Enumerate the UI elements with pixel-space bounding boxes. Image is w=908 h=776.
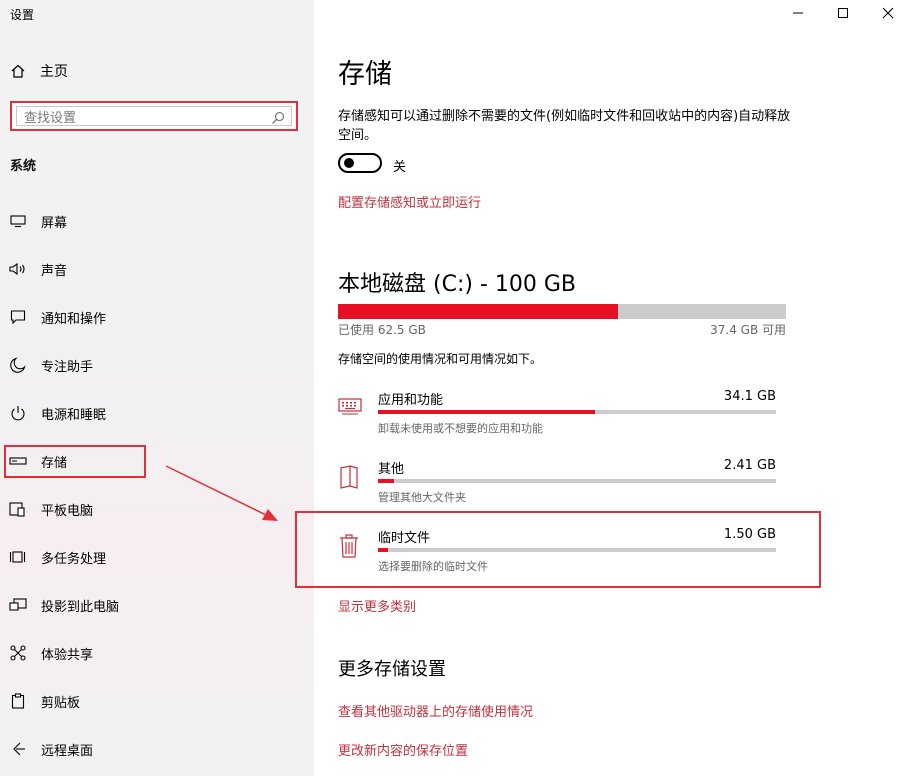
minimize-button[interactable] bbox=[787, 4, 809, 22]
disk-title: 本地磁盘 (C:) - 100 GB bbox=[338, 272, 576, 297]
maximize-icon bbox=[837, 4, 849, 23]
free-space-label: 37.4 GB 可用 bbox=[710, 323, 786, 337]
minimize-icon bbox=[792, 4, 804, 23]
moon-icon bbox=[9, 356, 27, 374]
category-bar-fill bbox=[378, 479, 394, 483]
sidebar-item-project[interactable]: 投影到此电脑 bbox=[0, 585, 314, 625]
close-button[interactable] bbox=[877, 4, 899, 22]
sidebar-item-label: 剪贴板 bbox=[41, 695, 81, 711]
sidebar-item-clipboard[interactable]: 剪贴板 bbox=[0, 681, 314, 721]
storage-sense-description: 存储感知可以通过删除不需要的文件(例如临时文件和回收站中的内容)自动释放空间。 bbox=[338, 109, 791, 143]
sidebar-item-sound[interactable]: 声音 bbox=[0, 249, 314, 289]
category-bar bbox=[378, 479, 776, 483]
home-label: 主页 bbox=[40, 64, 68, 80]
disk-usage-bar bbox=[338, 304, 786, 319]
category-subtitle: 卸载未使用或不想要的应用和功能 bbox=[378, 422, 543, 435]
maximize-button[interactable] bbox=[832, 4, 854, 22]
section-label: 系统 bbox=[10, 159, 37, 174]
notification-icon bbox=[9, 308, 27, 326]
category-size: 2.41 GB bbox=[723, 458, 776, 473]
change-save-location-link[interactable]: 更改新内容的保存位置 bbox=[338, 740, 468, 759]
speaker-icon bbox=[9, 260, 27, 278]
used-space-label: 已使用 62.5 GB bbox=[338, 323, 426, 337]
book-icon bbox=[338, 464, 362, 490]
sidebar-item-home[interactable]: 主页 bbox=[10, 60, 68, 82]
search-box[interactable] bbox=[10, 101, 298, 131]
search-field[interactable] bbox=[16, 106, 292, 129]
sidebar-item-label: 平板电脑 bbox=[41, 503, 94, 519]
sidebar-item-display[interactable]: 屏幕 bbox=[0, 201, 314, 241]
sidebar-item-remote-desktop[interactable]: 远程桌面 bbox=[0, 729, 314, 769]
sidebar-item-power[interactable]: 电源和睡眠 bbox=[0, 393, 314, 433]
sidebar-item-tablet[interactable]: 平板电脑 bbox=[0, 489, 314, 529]
storage-highlight-box bbox=[4, 445, 146, 478]
close-icon bbox=[882, 4, 894, 23]
multitask-icon bbox=[9, 548, 27, 566]
category-subtitle: 管理其他大文件夹 bbox=[378, 491, 466, 504]
home-icon bbox=[10, 63, 26, 79]
search-input[interactable] bbox=[24, 109, 264, 127]
category-apps[interactable]: 应用和功能 34.1 GB 卸载未使用或不想要的应用和功能 bbox=[338, 389, 778, 451]
sidebar-item-label: 体验共享 bbox=[41, 647, 94, 663]
category-size: 34.1 GB bbox=[723, 389, 776, 404]
category-bar-fill bbox=[378, 410, 596, 414]
search-icon[interactable] bbox=[271, 110, 285, 129]
disk-description: 存储空间的使用情况和可用情况如下。 bbox=[338, 352, 543, 366]
sidebar-item-notifications[interactable]: 通知和操作 bbox=[0, 297, 314, 337]
project-icon bbox=[9, 596, 27, 614]
sidebar-item-label: 屏幕 bbox=[41, 215, 68, 231]
sidebar-item-label: 多任务处理 bbox=[41, 551, 107, 567]
more-storage-settings-title: 更多存储设置 bbox=[338, 659, 446, 680]
sidebar-item-label: 专注助手 bbox=[41, 359, 94, 375]
power-icon bbox=[9, 404, 27, 422]
sidebar-item-label: 远程桌面 bbox=[41, 743, 94, 759]
category-bar bbox=[378, 410, 776, 414]
clipboard-icon bbox=[9, 692, 27, 710]
sidebar: 设置 主页 系统 屏幕 声音 通知和操作 专注助手 电源和睡眠 存储 bbox=[0, 0, 314, 776]
toggle-state-label: 关 bbox=[393, 160, 407, 175]
toggle-knob bbox=[344, 158, 354, 168]
temp-files-highlight-box bbox=[295, 511, 821, 588]
sidebar-item-label: 通知和操作 bbox=[41, 311, 107, 327]
category-name: 应用和功能 bbox=[378, 393, 444, 408]
category-name: 其他 bbox=[378, 462, 405, 477]
display-icon bbox=[9, 212, 27, 230]
page-title: 存储 bbox=[338, 59, 392, 90]
sidebar-item-label: 声音 bbox=[41, 263, 68, 279]
sidebar-item-focus-assist[interactable]: 专注助手 bbox=[0, 345, 314, 385]
window-title: 设置 bbox=[10, 8, 35, 22]
sidebar-item-multitasking[interactable]: 多任务处理 bbox=[0, 537, 314, 577]
configure-storage-sense-link[interactable]: 配置存储感知或立即运行 bbox=[338, 192, 481, 211]
show-more-categories-link[interactable]: 显示更多类别 bbox=[338, 596, 416, 615]
sidebar-item-shared-experiences[interactable]: 体验共享 bbox=[0, 633, 314, 673]
sidebar-item-label: 投影到此电脑 bbox=[41, 599, 120, 615]
share-icon bbox=[9, 644, 27, 662]
keyboard-icon bbox=[338, 395, 362, 421]
sidebar-item-label: 电源和睡眠 bbox=[41, 407, 107, 423]
disk-usage-fill bbox=[338, 304, 618, 319]
remote-icon bbox=[9, 740, 27, 758]
other-drives-usage-link[interactable]: 查看其他驱动器上的存储使用情况 bbox=[338, 701, 533, 720]
tablet-icon bbox=[9, 500, 27, 518]
storage-sense-toggle[interactable] bbox=[338, 153, 382, 173]
